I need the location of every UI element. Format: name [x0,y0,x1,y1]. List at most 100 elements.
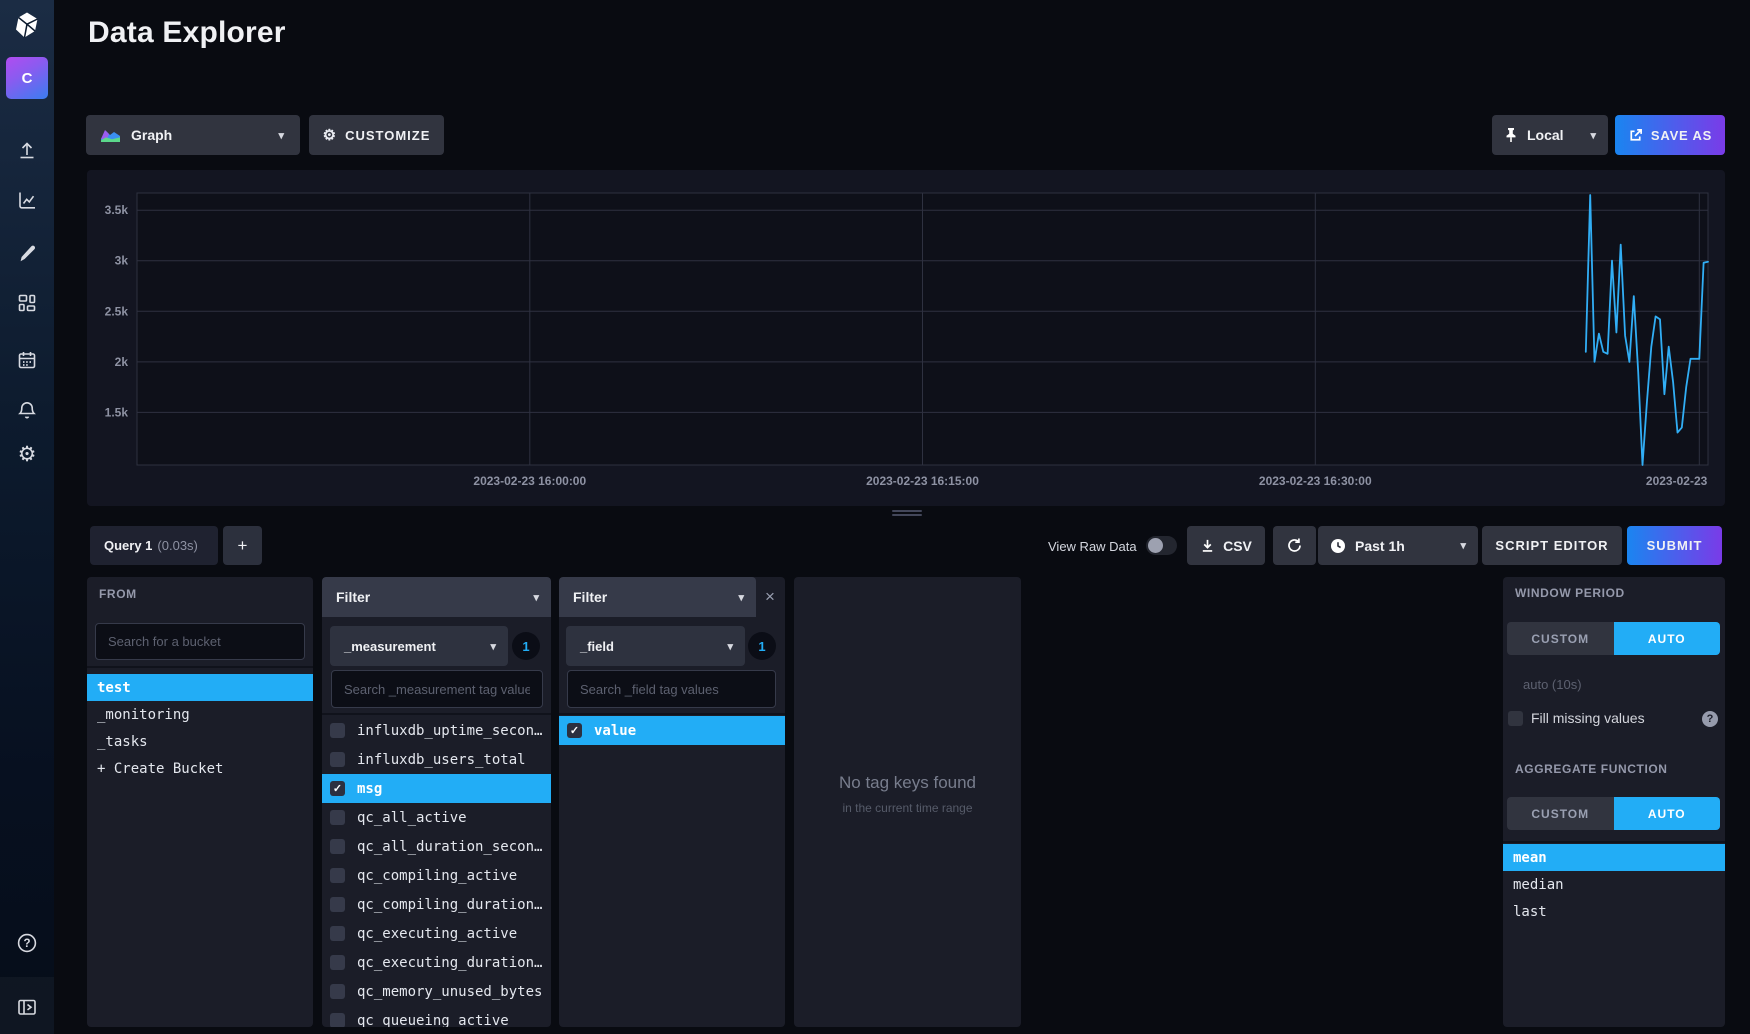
measurement-search-input[interactable] [331,670,543,708]
data-explorer-graph-icon[interactable] [16,189,38,211]
bucket-item[interactable]: test [87,674,313,701]
measurement-item[interactable]: influxdb_users_total [322,745,551,774]
filter-title: Filter [573,589,607,605]
bucket-item[interactable]: _monitoring [87,701,313,728]
filter-type-dropdown[interactable]: Filter ▾ [559,577,756,617]
checkbox[interactable] [330,868,345,883]
chart-panel: 3.5k3k2.5k2k1.5k2023-02-23 16:00:002023-… [87,170,1725,506]
measurement-item[interactable]: qc_compiling_active [322,861,551,890]
fill-missing-values-label: Fill missing values [1531,710,1645,726]
question-mark-icon[interactable]: ? [1702,711,1718,727]
view-raw-data-toggle[interactable] [1146,536,1177,555]
customize-button[interactable]: ⚙ CUSTOMIZE [309,115,444,155]
caret-down-icon: ▾ [533,591,539,604]
checkbox[interactable] [330,955,345,970]
help-icon[interactable]: ? [16,932,38,954]
checkbox[interactable]: ✓ [330,781,345,796]
org-avatar[interactable]: C [6,57,48,99]
measurement-item[interactable]: qc_memory_unused_bytes [322,977,551,1006]
aggregate-function-item-label: median [1513,877,1564,893]
tag-key-dropdown[interactable]: _field ▾ [566,626,745,666]
measurement-item[interactable]: ✓ msg [322,774,551,803]
bucket-search-input[interactable] [95,623,305,660]
customize-label: CUSTOMIZE [345,128,430,143]
checkbox[interactable] [330,1013,345,1027]
custom-option[interactable]: CUSTOM [1507,797,1614,830]
aggregate-function-title: AGGREGATE FUNCTION [1515,762,1668,776]
checkbox[interactable] [330,752,345,767]
checkbox[interactable] [330,984,345,999]
bucket-item[interactable]: + Create Bucket [87,755,313,782]
influxdata-logo-icon[interactable] [13,11,41,39]
time-series-line-chart[interactable]: 3.5k3k2.5k2k1.5k2023-02-23 16:00:002023-… [87,170,1725,506]
auto-option[interactable]: AUTO [1614,797,1721,830]
measurement-item-label: influxdb_users_total [357,752,526,768]
script-editor-button[interactable]: SCRIPT EDITOR [1482,526,1622,565]
time-zone-dropdown[interactable]: Local ▾ [1492,115,1608,155]
save-as-button[interactable]: SAVE AS [1615,115,1725,155]
time-range-label: Past 1h [1355,538,1405,554]
checkbox[interactable] [330,839,345,854]
filter-field-panel: Filter ▾ × _field ▾ 1 ✓value [559,577,785,1027]
empty-state-title: No tag keys found [794,773,1021,793]
window-period-value: auto (10s) [1523,677,1582,692]
measurement-item[interactable]: qc_executing_duration… [322,948,551,977]
caret-down-icon: ▾ [278,129,284,142]
download-csv-button[interactable]: CSV [1187,526,1265,565]
visualization-type-dropdown[interactable]: Graph ▾ [86,115,300,155]
checkbox[interactable]: ✓ [567,723,582,738]
aggregate-function-item[interactable]: last [1503,898,1725,925]
aggregate-function-item[interactable]: mean [1503,844,1725,871]
filter-title: Filter [336,589,370,605]
close-icon[interactable]: × [761,588,779,606]
aggregate-function-item[interactable]: median [1503,871,1725,898]
alerts-bell-icon[interactable] [16,399,38,421]
measurement-item-label: qc_compiling_active [357,868,517,884]
measurement-item[interactable]: influxdb_uptime_secon… [322,716,551,745]
dashboards-icon[interactable] [16,292,38,314]
divider [87,666,313,668]
fill-missing-values-checkbox[interactable] [1508,711,1523,726]
field-item[interactable]: ✓value [559,716,785,745]
field-search-input[interactable] [567,670,776,708]
tasks-calendar-icon[interactable] [16,349,38,371]
checkbox[interactable] [330,926,345,941]
refresh-button[interactable] [1273,526,1316,565]
divider [322,713,551,715]
checkbox[interactable] [330,723,345,738]
tag-keys-panel: No tag keys found in the current time ra… [794,577,1021,1027]
aggregate-function-item-label: last [1513,904,1547,920]
svg-text:2023-02-23 16:30:00: 2023-02-23 16:30:00 [1259,474,1372,488]
resize-drag-handle[interactable] [892,510,922,517]
auto-option[interactable]: AUTO [1614,622,1721,655]
submit-button[interactable]: SUBMIT [1627,526,1722,565]
checkbox[interactable] [330,810,345,825]
checkbox[interactable] [330,897,345,912]
add-query-button[interactable]: + [223,526,262,565]
measurement-item[interactable]: qc_compiling_duration… [322,890,551,919]
divider [559,713,785,715]
svg-text:?: ? [23,938,30,950]
measurement-item[interactable]: qc_executing_active [322,919,551,948]
sidebar-toggle-icon[interactable] [16,996,38,1018]
csv-label: CSV [1223,538,1252,554]
measurement-item[interactable]: qc_all_duration_secon… [322,832,551,861]
bucket-item[interactable]: _tasks [87,728,313,755]
measurement-item[interactable]: qc_queueing_active [322,1006,551,1027]
window-period-title: WINDOW PERIOD [1515,586,1625,600]
tag-key-dropdown[interactable]: _measurement ▾ [330,626,508,666]
measurement-item-label: msg [357,781,382,797]
bucket-item-label: + Create Bucket [97,761,223,777]
gear-icon: ⚙ [323,128,337,143]
measurement-item[interactable]: qc_all_active [322,803,551,832]
upload-icon[interactable] [16,139,38,161]
query-tab[interactable]: Query 1 (0.03s) [90,526,218,565]
custom-option[interactable]: CUSTOM [1507,622,1614,655]
toggle-knob [1148,538,1163,553]
caret-down-icon: ▾ [1590,129,1596,142]
settings-gear-icon[interactable]: ⚙ [16,444,38,466]
query-tab-label: Query 1 [104,538,152,553]
filter-type-dropdown[interactable]: Filter ▾ [322,577,551,617]
time-range-dropdown[interactable]: Past 1h ▾ [1318,526,1478,565]
notebooks-pencil-icon[interactable] [16,242,38,264]
